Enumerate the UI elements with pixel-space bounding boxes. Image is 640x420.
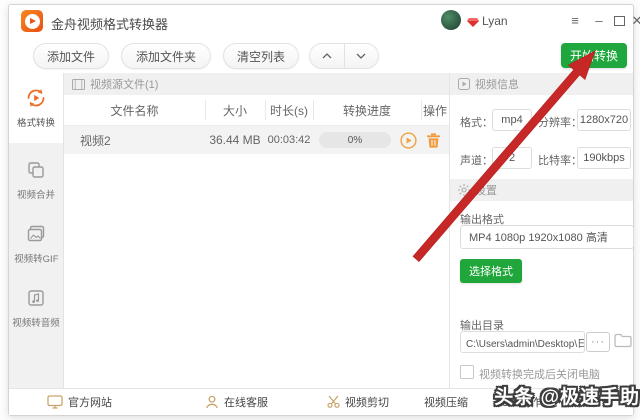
footer-label: 视频压缩 — [424, 394, 468, 410]
video-info-title: 视频信息 — [475, 76, 519, 92]
channels-value: 2 — [492, 147, 532, 169]
progress-bar: 0% — [319, 132, 391, 148]
video-to-audio-icon — [25, 287, 47, 309]
progress-label: 0% — [348, 135, 362, 146]
output-format-value[interactable]: MP4 1080p 1920x1080 高清 — [460, 225, 634, 249]
col-header-progress: 转换进度 — [313, 95, 421, 125]
footer-item-online-support[interactable]: 在线客服 — [205, 389, 268, 414]
play-circle-icon — [400, 132, 417, 149]
username[interactable]: Lyan — [482, 14, 508, 28]
app-logo-icon — [21, 10, 43, 32]
vip-gem-icon — [467, 15, 479, 33]
move-up-button[interactable] — [310, 44, 344, 68]
menu-icon[interactable]: ≡ — [565, 12, 585, 30]
sidebar-item-video-to-audio[interactable]: 视频转音频 — [9, 277, 63, 339]
file-section-header: 视频源文件(1) — [64, 73, 449, 95]
sidebar-item-label: 视频转音频 — [12, 314, 60, 328]
footer-label: 视频剪切 — [345, 394, 389, 410]
gear-icon — [458, 184, 470, 196]
start-convert-button[interactable]: 开始转换 — [561, 43, 627, 68]
move-down-button[interactable] — [344, 44, 379, 68]
choose-format-button[interactable]: 选择格式 — [460, 259, 522, 283]
toolbar: 添加文件 添加文件夹 清空列表 开始转换 — [9, 37, 633, 74]
close-icon[interactable]: ✕ — [627, 12, 640, 30]
bitrate-value: 190kbps — [577, 147, 631, 169]
title-bar: 金舟视频格式转换器 Lyan ≡ – ✕ — [9, 5, 633, 37]
browse-button[interactable]: ··· — [586, 332, 610, 352]
sidebar: 格式转换 视频合并 视频转GIF 视频转音频 — [9, 73, 64, 389]
play-preview-button[interactable] — [400, 126, 417, 154]
channels-label: 声道： — [460, 152, 493, 168]
settings-header: 设置 — [450, 179, 633, 201]
footer-item-video-compress[interactable]: 视频压缩 — [424, 389, 468, 414]
film-icon — [72, 79, 85, 90]
user-avatar[interactable] — [441, 10, 461, 30]
format-convert-icon — [25, 87, 47, 109]
add-folder-button[interactable]: 添加文件夹 — [121, 43, 211, 69]
sidebar-item-label: 格式转换 — [17, 114, 55, 128]
col-header-name: 文件名称 — [64, 95, 205, 125]
app-window: 金舟视频格式转换器 Lyan ≡ – ✕ 添加文件 添加文件夹 清空列表 开始转… — [8, 4, 634, 416]
bitrate-label: 比特率： — [538, 152, 582, 168]
right-panel: 视频信息 格式： mp4 分辨率： 1280x720 声道： 2 比特率： 19… — [449, 73, 633, 389]
minimize-icon[interactable]: – — [589, 12, 609, 30]
settings-title: 设置 — [475, 182, 497, 198]
video-info-icon — [458, 78, 470, 90]
file-list-panel: 视频源文件(1) 文件名称 大小 时长(s) 转换进度 操作 视频2 36.44… — [64, 73, 449, 389]
file-size: 36.44 MB — [205, 126, 265, 154]
monitor-icon — [47, 395, 63, 409]
trash-icon — [427, 133, 440, 148]
open-folder-button[interactable] — [614, 333, 632, 353]
clear-list-button[interactable]: 清空列表 — [223, 43, 299, 69]
reorder-buttons — [309, 43, 379, 69]
file-duration: 00:03:42 — [265, 126, 313, 154]
video-merge-icon — [25, 159, 47, 181]
person-icon — [205, 395, 219, 409]
resolution-label: 分辨率： — [538, 114, 582, 130]
watermark: 头条 @极速手助 — [494, 382, 640, 409]
format-value: mp4 — [492, 109, 532, 131]
col-header-actions: 操作 — [421, 95, 449, 125]
sidebar-item-format-convert[interactable]: 格式转换 — [9, 73, 63, 143]
output-dir-value[interactable]: C:\Users\admin\Desktop\日常工 — [460, 331, 585, 353]
file-section-title: 视频源文件(1) — [90, 76, 158, 92]
col-header-size: 大小 — [205, 95, 265, 125]
scissors-icon — [327, 395, 340, 408]
chevron-up-icon — [322, 53, 332, 59]
video-info-header: 视频信息 — [450, 73, 633, 95]
table-row[interactable]: 视频2 36.44 MB 00:03:42 0% — [64, 126, 449, 154]
video-to-gif-icon — [25, 223, 47, 245]
file-name: 视频2 — [80, 126, 111, 154]
footer-label: 官方网站 — [68, 394, 112, 410]
resolution-value: 1280x720 — [577, 109, 631, 131]
maximize-icon[interactable] — [614, 16, 625, 26]
sidebar-item-video-merge[interactable]: 视频合并 — [9, 149, 63, 211]
format-label: 格式： — [460, 114, 493, 130]
sidebar-item-label: 视频转GIF — [14, 250, 58, 264]
table-header: 文件名称 大小 时长(s) 转换进度 操作 — [64, 95, 449, 126]
sidebar-item-video-to-gif[interactable]: 视频转GIF — [9, 213, 63, 275]
footer-item-official-site[interactable]: 官方网站 — [47, 389, 112, 414]
add-file-button[interactable]: 添加文件 — [33, 43, 109, 69]
chevron-down-icon — [356, 53, 366, 59]
folder-icon — [614, 333, 632, 348]
app-title: 金舟视频格式转换器 — [51, 14, 168, 33]
footer-label: 在线客服 — [224, 394, 268, 410]
delete-file-button[interactable] — [427, 126, 440, 154]
footer-item-video-cut[interactable]: 视频剪切 — [327, 389, 389, 414]
shutdown-checkbox[interactable] — [460, 365, 474, 379]
col-header-duration: 时长(s) — [265, 95, 313, 125]
sidebar-item-label: 视频合并 — [17, 186, 55, 200]
shutdown-checkbox-label: 视频转换完成后关闭电脑 — [479, 366, 600, 382]
